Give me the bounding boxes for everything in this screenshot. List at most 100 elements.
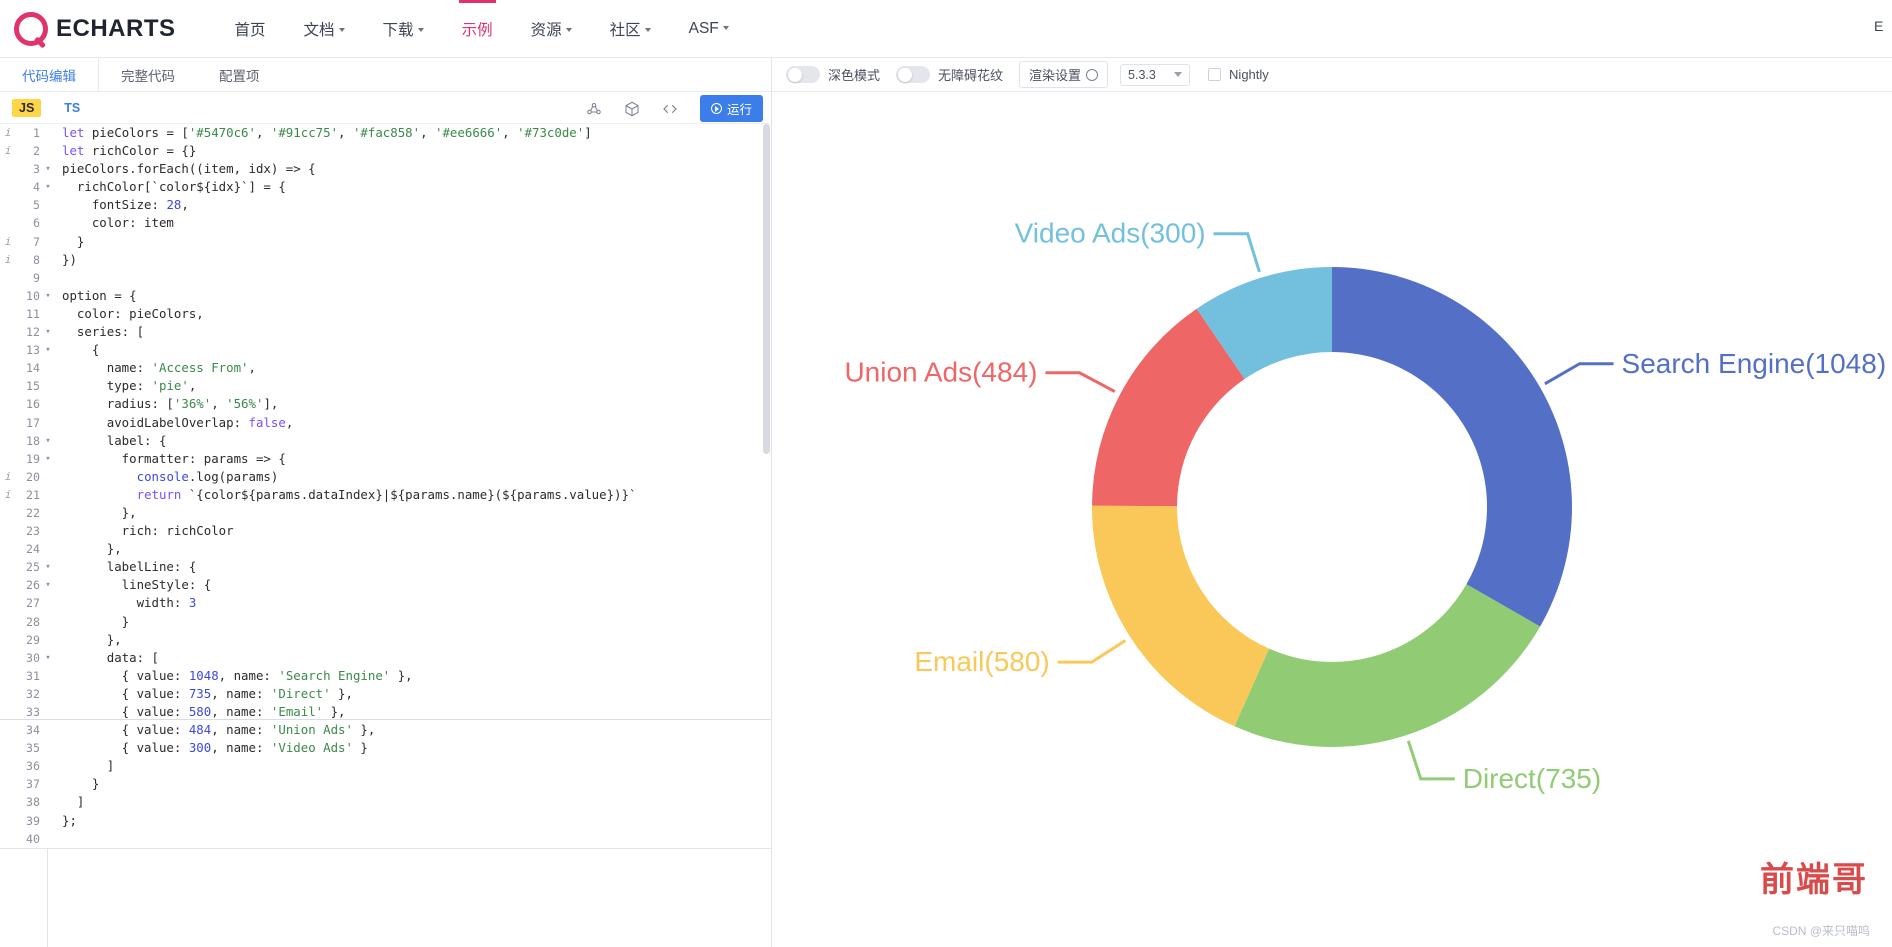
nav-item-resources[interactable]: 资源 bbox=[512, 0, 591, 58]
line-text: pieColors.forEach((item, idx) => { bbox=[62, 161, 316, 177]
tab-options[interactable]: 配置项 bbox=[197, 58, 282, 91]
code-line: 15 type: 'pie', bbox=[0, 377, 771, 395]
code-line: 19 ▾ formatter: params => { bbox=[0, 450, 771, 468]
fold-toggle-icon[interactable]: ▾ bbox=[42, 576, 54, 594]
watermark-credit: CSDN @来只喵呜 bbox=[1772, 924, 1870, 938]
line-text: fontSize: 28, bbox=[62, 197, 189, 213]
pie-slice-direct[interactable] bbox=[1234, 584, 1541, 747]
version-select[interactable]: 5.3.3 bbox=[1120, 63, 1191, 86]
code-line: 18 ▾ label: { bbox=[0, 432, 771, 450]
watermark-text: 前端哥 bbox=[1760, 860, 1868, 900]
line-number: 10 bbox=[26, 288, 40, 303]
echarts-logo[interactable]: ECHARTS bbox=[14, 11, 176, 49]
pie-slice-search-engine[interactable] bbox=[1332, 267, 1572, 627]
accessible-pattern-toggle[interactable] bbox=[896, 66, 931, 83]
code-line: i 21 return `{color${params.dataIndex}|${… bbox=[0, 486, 771, 504]
nav-item-docs[interactable]: 文档 bbox=[285, 0, 364, 58]
fold-toggle-icon[interactable]: ▾ bbox=[42, 558, 54, 576]
line-number: 16 bbox=[26, 397, 40, 412]
line-text: avoidLabelOverlap: false, bbox=[62, 414, 294, 430]
line-info-marker: i bbox=[4, 487, 12, 501]
line-number: 20 bbox=[26, 469, 40, 484]
code-line: 25 ▾ labelLine: { bbox=[0, 558, 771, 576]
code-brackets-icon[interactable] bbox=[660, 99, 680, 119]
code-line: i 7 } bbox=[0, 233, 771, 251]
nav-item-asf[interactable]: ASF bbox=[670, 2, 748, 56]
code-line: 5 fontSize: 28, bbox=[0, 196, 771, 214]
pie-chart[interactable]: Search Engine(1048) Direct(735) Email(580)… bbox=[772, 92, 1892, 947]
code-editor[interactable]: i 1 let pieColors = ['#5470c6', '#91cc75',… bbox=[0, 124, 771, 947]
workspace: 代码编辑 完整代码 配置项 JS TS 运行 i 1 let pieColors… bbox=[0, 58, 1892, 947]
lang-chip-ts[interactable]: TS bbox=[57, 99, 87, 117]
line-number: 19 bbox=[26, 451, 40, 466]
preview-toolbar: 深色模式 无障碍花纹 渲染设置 5.3.3 Nightly bbox=[772, 58, 1892, 92]
code-line: 35 { value: 300, name: 'Video Ads' } bbox=[0, 739, 771, 757]
line-number: 14 bbox=[26, 361, 40, 376]
fold-toggle-icon[interactable]: ▾ bbox=[42, 287, 54, 305]
run-label: 运行 bbox=[726, 103, 752, 117]
pie-slice-email[interactable] bbox=[1092, 505, 1270, 727]
nav-label: 文档 bbox=[303, 21, 335, 39]
code-line: 14 name: 'Access From', bbox=[0, 359, 771, 377]
tab-full-code[interactable]: 完整代码 bbox=[99, 58, 197, 91]
code-line: i 2 let richColor = {} bbox=[0, 142, 771, 160]
code-line: 29 }, bbox=[0, 631, 771, 649]
line-text: }; bbox=[62, 812, 77, 828]
code-line: 27 width: 3 bbox=[0, 594, 771, 612]
pie-label-line bbox=[1544, 362, 1614, 386]
line-text: } bbox=[62, 776, 100, 792]
tab-label: 配置项 bbox=[219, 68, 260, 84]
cube-icon[interactable] bbox=[622, 99, 642, 119]
scrollbar-thumb[interactable] bbox=[763, 124, 770, 454]
nav-item-download[interactable]: 下载 bbox=[364, 0, 443, 58]
nav-item-community[interactable]: 社区 bbox=[591, 0, 670, 58]
line-text: labelLine: { bbox=[62, 559, 197, 575]
fold-toggle-icon[interactable]: ▾ bbox=[42, 178, 54, 196]
line-number: 38 bbox=[26, 795, 40, 810]
line-number: 6 bbox=[33, 216, 40, 231]
line-text: ] bbox=[62, 794, 85, 810]
pie-label-email: Email(580) bbox=[914, 646, 1049, 677]
render-settings-button[interactable]: 渲染设置 bbox=[1019, 61, 1109, 88]
fold-toggle-icon[interactable]: ▾ bbox=[42, 160, 54, 178]
share-nodes-icon[interactable] bbox=[584, 99, 604, 119]
line-text: let pieColors = ['#5470c6', '#91cc75', '… bbox=[62, 125, 592, 140]
nightly-checkbox[interactable] bbox=[1208, 68, 1222, 81]
nav-item-home[interactable]: 首页 bbox=[216, 0, 285, 58]
chevron-down-icon bbox=[722, 26, 729, 31]
line-text: type: 'pie', bbox=[62, 378, 197, 394]
run-button[interactable]: 运行 bbox=[699, 95, 763, 122]
dark-mode-toggle[interactable] bbox=[786, 66, 820, 83]
code-line: 38 ] bbox=[0, 793, 771, 811]
code-line: 23 rich: richColor bbox=[0, 522, 771, 540]
line-info-marker: i bbox=[4, 126, 12, 139]
line-number: 5 bbox=[33, 198, 40, 213]
fold-toggle-icon[interactable]: ▾ bbox=[42, 450, 54, 468]
tab-code-edit[interactable]: 代码编辑 bbox=[0, 58, 99, 91]
nav-item-examples[interactable]: 示例 bbox=[443, 0, 512, 58]
lang-chip-js[interactable]: JS bbox=[12, 98, 42, 117]
line-number: 9 bbox=[33, 270, 40, 285]
editor-scrollbar[interactable] bbox=[762, 124, 771, 947]
fold-toggle-icon[interactable]: ▾ bbox=[42, 323, 54, 341]
line-number: 40 bbox=[26, 831, 40, 846]
code-line: 3 ▾ pieColors.forEach((item, idx) => { bbox=[0, 160, 771, 178]
nav-item-language-clipped[interactable]: E bbox=[1874, 18, 1888, 34]
fold-toggle-icon[interactable]: ▾ bbox=[42, 649, 54, 667]
line-text: label: { bbox=[62, 432, 167, 448]
code-line: 22 }, bbox=[0, 504, 771, 522]
chart-canvas[interactable]: Search Engine(1048) Direct(735) Email(580)… bbox=[772, 92, 1892, 947]
line-number: 1 bbox=[33, 126, 40, 140]
pie-label-search-engine: Search Engine(1048) bbox=[1622, 348, 1887, 379]
line-number: 3 bbox=[33, 162, 40, 177]
line-text: console.log(params) bbox=[136, 468, 279, 484]
line-number: 37 bbox=[26, 777, 40, 792]
code-line: 32 { value: 735, name: 'Direct' }, bbox=[0, 685, 771, 703]
line-text: radius: ['36%', '56%'], bbox=[62, 396, 279, 412]
fold-toggle-icon[interactable]: ▾ bbox=[42, 341, 54, 359]
code-line: 9 bbox=[0, 269, 771, 287]
nightly-label: Nightly bbox=[1229, 67, 1269, 82]
dark-mode-label: 深色模式 bbox=[828, 68, 881, 83]
fold-toggle-icon[interactable]: ▾ bbox=[42, 432, 54, 450]
code-lines: i 1 let pieColors = ['#5470c6', '#91cc75',… bbox=[0, 124, 771, 848]
